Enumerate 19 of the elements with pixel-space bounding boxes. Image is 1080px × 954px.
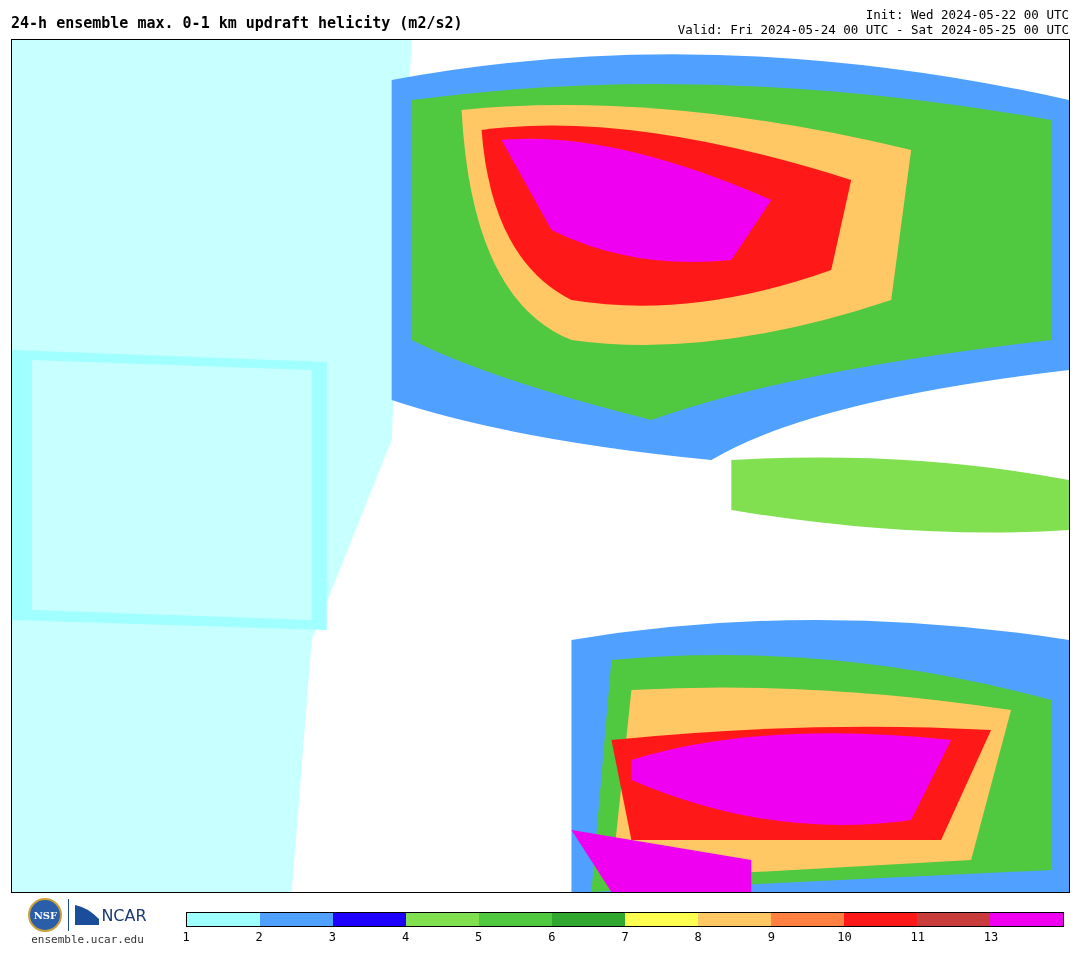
legend-label: 3	[328, 930, 336, 944]
legend-label: 4	[401, 930, 410, 944]
legend-label: 10	[837, 930, 852, 944]
legend-label: 5	[475, 930, 483, 944]
nsf-logo: NSF	[28, 898, 63, 932]
init-time: Init: Wed 2024-05-22 00 UTC	[865, 7, 1069, 22]
valid-time: Valid: Fri 2024-05-24 00 UTC - Sat 2024-05-25 00 UTC	[677, 22, 1069, 37]
legend-label: 1	[182, 930, 190, 944]
ncar-logo-icon	[75, 905, 100, 925]
legend-label: 9	[767, 930, 775, 944]
site-url: ensemble.ucar.edu	[31, 933, 144, 946]
ncar-logo: NCAR	[101, 905, 147, 925]
legend-label: 11	[910, 930, 925, 944]
map-title: 24-h ensemble max. 0-1 km updraft helicity (m2/s2)	[11, 14, 463, 34]
legend-label: 6	[548, 930, 556, 944]
legend-label: 7	[621, 930, 629, 944]
legend-label: 2	[255, 930, 263, 944]
legend-label: 8	[694, 930, 702, 944]
legend-label: 13	[983, 930, 999, 944]
